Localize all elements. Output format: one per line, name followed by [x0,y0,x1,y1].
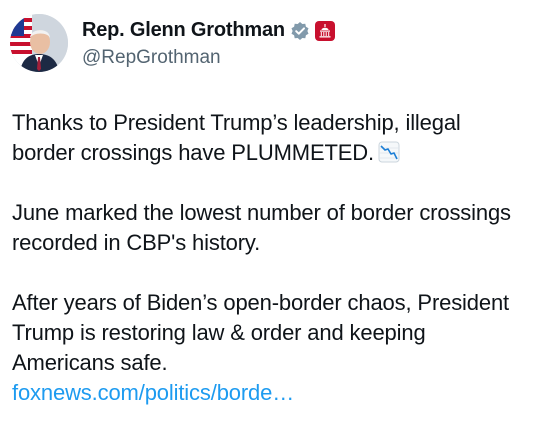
avatar-image [10,14,68,72]
tweet-card: Rep. Glenn Grothman @RepGrothman Thanks … [0,0,550,430]
name-row: Rep. Glenn Grothman [82,18,335,44]
paragraph-1-line-2: border crossings have PLUMMETED. [12,138,542,168]
chart-decreasing-icon [378,141,400,163]
paragraph-2-line-2: recorded in CBP's history. [12,230,261,255]
link-line: foxnews.com/politics/borde… [12,378,542,408]
author-info: Rep. Glenn Grothman @RepGrothman [82,18,335,69]
paragraph-3-line-3: Americans safe. [12,350,168,375]
avatar[interactable] [10,14,68,72]
article-link[interactable]: foxnews.com/politics/borde… [12,380,294,405]
paragraph-1-line-2-text: border crossings have PLUMMETED. [12,140,374,165]
verified-check-icon[interactable] [290,21,310,41]
paragraph-2-line-1: June marked the lowest number of border … [12,200,511,225]
tweet-text: Thanks to President Trump’s leadership, … [12,108,542,408]
paragraph-1-line-1: Thanks to President Trump’s leadership, … [12,110,461,135]
user-handle[interactable]: @RepGrothman [82,47,335,69]
paragraph-3-line-2: Trump is restoring law & order and keepi… [12,320,426,345]
paragraph-3-line-1: After years of Biden’s open-border chaos… [12,290,510,315]
tweet-header: Rep. Glenn Grothman @RepGrothman [10,14,335,72]
capitol-icon[interactable] [314,20,335,41]
display-name[interactable]: Rep. Glenn Grothman [82,19,285,42]
